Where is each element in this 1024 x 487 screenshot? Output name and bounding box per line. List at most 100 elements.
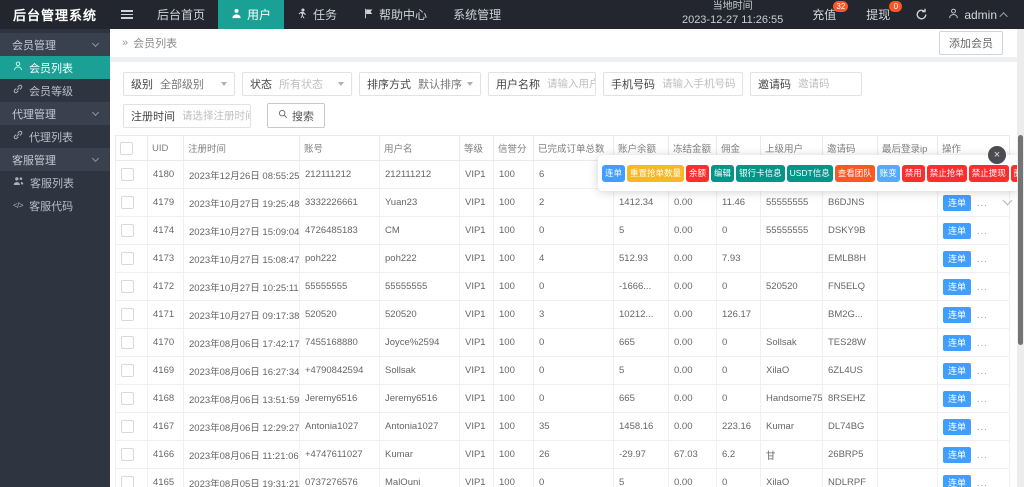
cell: VIP1: [459, 328, 494, 357]
select-all-checkbox[interactable]: [120, 141, 133, 155]
liandan-button[interactable]: 连单: [943, 194, 972, 211]
member-list-panel: 级别 全部级别 状态 所有状态 排序方式 默认排序 用户名称 手机号码: [110, 62, 1017, 487]
sort-select[interactable]: 排序方式 默认排序: [359, 72, 481, 96]
nav-help-center[interactable]: 帮助中心: [350, 0, 440, 29]
liandan-button[interactable]: 连单: [943, 222, 972, 239]
liandan-button[interactable]: 连单: [943, 250, 972, 267]
sidebar-group-service[interactable]: 客服管理: [0, 148, 110, 171]
row-more-trigger[interactable]: ...: [977, 310, 988, 321]
row-checkbox[interactable]: [121, 476, 134, 487]
row-checkbox[interactable]: [121, 252, 134, 265]
row-more-trigger[interactable]: ...: [977, 422, 988, 433]
row-checkbox[interactable]: [121, 168, 134, 181]
regtime-input[interactable]: [182, 109, 250, 122]
invite-code-input[interactable]: [798, 78, 861, 90]
search-button[interactable]: 搜索: [267, 103, 325, 128]
nav-system[interactable]: 系统管理: [440, 0, 514, 29]
row-more-trigger[interactable]: ...: [977, 366, 988, 377]
cell: 1412.34: [613, 188, 669, 217]
row-more-trigger[interactable]: ...: [977, 198, 988, 209]
liandan-button[interactable]: 连单: [943, 390, 972, 407]
cell: [877, 328, 938, 357]
sidebar-group-member[interactable]: 会员管理: [0, 33, 110, 56]
row-more-trigger[interactable]: ...: [977, 394, 988, 405]
row-checkbox[interactable]: [121, 364, 134, 377]
row-checkbox[interactable]: [121, 448, 134, 461]
nav-tasks[interactable]: 任务: [284, 0, 350, 29]
refresh-icon[interactable]: [905, 8, 938, 21]
cell: 0.00: [668, 216, 717, 245]
popup-action-button[interactable]: 余额: [686, 164, 710, 182]
popup-action-button[interactable]: 银行卡信息: [736, 164, 785, 182]
sidebar-item-member-level[interactable]: 会员等级: [0, 79, 110, 102]
popup-action-button[interactable]: 查看团队: [834, 164, 875, 182]
cell: +4747611027: [299, 440, 380, 469]
phone-input[interactable]: [662, 78, 742, 90]
nav-users[interactable]: 用户: [218, 0, 285, 29]
cell: 100: [493, 468, 534, 487]
table-row: 4165 2023年08月05日 19:31:21 0737276576 MalOun…: [115, 468, 1010, 487]
popup-action-button[interactable]: 禁止抢单: [926, 164, 967, 182]
popup-action-button[interactable]: USDT信息: [786, 164, 833, 182]
row-checkbox[interactable]: [121, 392, 134, 405]
liandan-button[interactable]: 连单: [943, 334, 972, 351]
sidebar-group-agent[interactable]: 代理管理: [0, 102, 110, 125]
row-checkbox[interactable]: [121, 308, 134, 321]
admin-person-icon: [948, 8, 959, 22]
sidebar-item-member-list[interactable]: 会员列表: [0, 56, 110, 79]
cell: Handsome75: [760, 384, 823, 413]
sidebar-item-agent-list[interactable]: 代理列表: [0, 125, 110, 148]
row-more-trigger[interactable]: ...: [977, 450, 988, 461]
liandan-button[interactable]: 连单: [943, 474, 972, 487]
row-checkbox[interactable]: [121, 196, 134, 209]
row-checkbox[interactable]: [121, 224, 134, 237]
cell: 4172: [147, 272, 184, 301]
sidebar-item-service-code[interactable]: </> 客服代码: [0, 194, 110, 217]
row-more-trigger[interactable]: ...: [977, 478, 988, 487]
username-input[interactable]: [547, 78, 595, 90]
local-time: 当地时间 2023-12-27 11:26:55: [681, 1, 784, 26]
liandan-button[interactable]: 连单: [943, 362, 972, 379]
liandan-button[interactable]: 连单: [943, 446, 972, 463]
popup-action-button[interactable]: 连单: [602, 164, 626, 182]
cell: 223.16: [716, 412, 761, 441]
column-header: UID: [147, 135, 184, 161]
sidebar-item-service-list[interactable]: 客服列表: [0, 171, 110, 194]
cell: 100: [493, 328, 534, 357]
row-more-trigger[interactable]: ...: [977, 254, 988, 265]
row-more-trigger[interactable]: ...: [977, 226, 988, 237]
header-right: 当地时间 2023-12-27 11:26:55 充值 32 提现 0 admi…: [668, 0, 1024, 29]
withdraw-link[interactable]: 提现 0: [851, 0, 905, 29]
cell: 0.00: [668, 300, 717, 329]
add-member-button[interactable]: 添加会员: [939, 31, 1003, 55]
admin-menu[interactable]: admin: [938, 8, 1024, 22]
vertical-scrollbar[interactable]: [1017, 29, 1024, 487]
row-checkbox[interactable]: [121, 336, 134, 349]
invite-code-field-group: 邀请码: [750, 72, 862, 96]
level-select[interactable]: 级别 全部级别: [123, 72, 235, 96]
popup-close-icon[interactable]: ×: [988, 146, 1006, 164]
status-select[interactable]: 状态 所有状态: [242, 72, 352, 96]
row-checkbox[interactable]: [121, 420, 134, 433]
liandan-button[interactable]: 连单: [943, 278, 972, 295]
recharge-link[interactable]: 充值 32: [797, 0, 851, 29]
row-checkbox[interactable]: [121, 280, 134, 293]
nav-home[interactable]: 后台首页: [144, 0, 218, 29]
scrollbar-thumb[interactable]: [1018, 135, 1023, 345]
table-row: 4173 2023年10月27日 15:08:47 poh222 poh222 VIP1…: [115, 244, 1010, 273]
cell: MalOuni: [379, 468, 460, 487]
row-more-trigger[interactable]: ...: [977, 338, 988, 349]
cell: VIP1: [459, 412, 494, 441]
liandan-button[interactable]: 连单: [943, 418, 972, 435]
liandan-button[interactable]: 连单: [943, 306, 972, 323]
menu-toggle-icon[interactable]: [110, 0, 144, 29]
popup-action-button[interactable]: 禁止提现: [968, 164, 1009, 182]
cell: 0: [716, 468, 761, 487]
popup-action-button[interactable]: 账变: [876, 164, 900, 182]
popup-action-button[interactable]: 编辑: [711, 164, 735, 182]
row-more-trigger[interactable]: ...: [977, 282, 988, 293]
cell: 甘: [760, 440, 823, 469]
popup-action-button[interactable]: 禁用: [901, 164, 925, 182]
dropdown-arrow-icon: [338, 82, 344, 86]
popup-action-button[interactable]: 重置抢单数量: [627, 164, 685, 182]
